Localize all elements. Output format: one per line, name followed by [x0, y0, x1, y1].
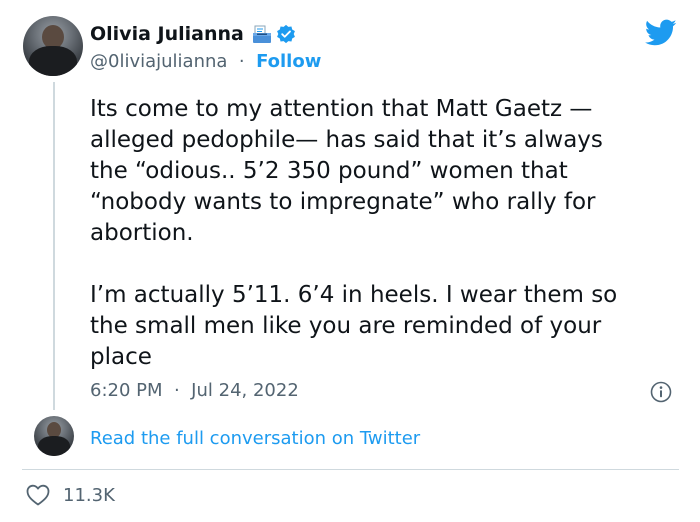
author-name-line: Olivia Julianna — [90, 23, 296, 45]
conversation-avatar[interactable] — [34, 416, 74, 456]
tweet-text: Its come to my attention that Matt Gaetz… — [90, 96, 618, 370]
timestamp-separator: · — [168, 380, 186, 401]
ballot-box-icon — [252, 25, 271, 43]
author-handle-line: @0liviajulianna · Follow — [90, 51, 321, 72]
thread-connector — [53, 82, 55, 410]
info-icon[interactable] — [650, 381, 672, 403]
verified-badge-icon — [276, 24, 295, 44]
author-handle[interactable]: @0liviajulianna — [90, 51, 227, 72]
avatar-body — [29, 46, 77, 76]
separator-dot: · — [233, 51, 251, 72]
author-avatar[interactable] — [23, 16, 83, 76]
author-name[interactable]: Olivia Julianna — [90, 23, 244, 45]
twitter-bird-icon[interactable] — [645, 19, 677, 47]
divider — [22, 469, 679, 470]
tweet-time: 6:20 PM — [90, 380, 163, 401]
read-full-conversation-link[interactable]: Read the full conversation on Twitter — [90, 428, 420, 449]
tweet-date: Jul 24, 2022 — [191, 380, 299, 401]
tweet-timestamp[interactable]: 6:20 PM · Jul 24, 2022 — [90, 380, 299, 401]
avatar-body — [38, 436, 70, 456]
like-count[interactable]: 11.3K — [63, 485, 115, 506]
heart-outline-icon[interactable] — [26, 484, 50, 506]
follow-button[interactable]: Follow — [256, 51, 321, 72]
